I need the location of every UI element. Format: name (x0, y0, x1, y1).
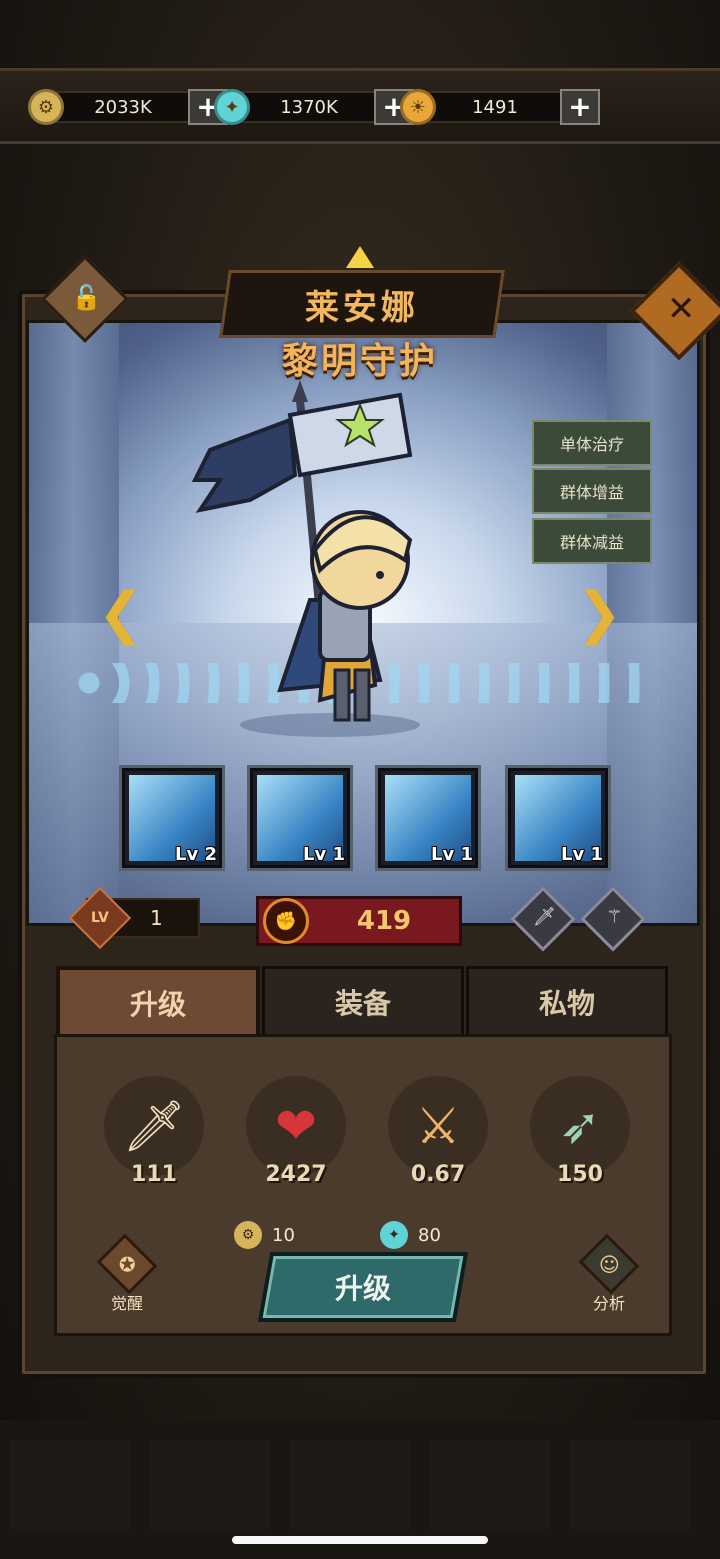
attack-sword-icon: 🗡 (104, 1076, 204, 1176)
gold-coin-icon: ⚙ (234, 1221, 262, 1249)
add-token-button[interactable]: + (560, 89, 600, 125)
fist-power-icon: ✊ (263, 898, 309, 944)
power-value: 419 (356, 906, 412, 936)
home-indicator (232, 1536, 488, 1544)
gold-resource: ⚙ 2033K + (28, 89, 228, 125)
analyze-button[interactable]: ☺ 分析 (574, 1233, 644, 1314)
rune-token-icon: ☀ (400, 89, 436, 125)
stat-health: ❤ 2427 (246, 1076, 346, 1187)
token-resource: ☀ 1491 + (400, 89, 600, 125)
skill-level: Lv 1 (561, 844, 603, 865)
gold-amount: 2033K (56, 91, 190, 123)
power-bar: ✊ 419 (256, 896, 462, 946)
stat-value: 0.67 (410, 1162, 466, 1187)
skill-slot[interactable]: Lv 1 (378, 768, 478, 868)
tab-equipment[interactable]: 装备 (262, 966, 464, 1038)
role-tag: 群体增益 (532, 468, 652, 514)
gold-coin-icon: ⚙ (28, 89, 64, 125)
gem-cost: ✦ 80 (380, 1220, 441, 1250)
gold-cost: ⚙ 10 (234, 1220, 295, 1250)
stat-value: 150 (557, 1162, 603, 1187)
spirit-gem-icon: ✦ (380, 1221, 408, 1249)
analyze-label: 分析 (592, 1294, 625, 1313)
gem-resource: ✦ 1370K + (214, 89, 414, 125)
nav-slot[interactable] (430, 1440, 550, 1530)
nav-slot[interactable] (10, 1440, 130, 1530)
skill-level: Lv 2 (175, 844, 217, 865)
hero-character[interactable] (190, 380, 460, 740)
resource-bar: ⚙ 2033K + ✦ 1370K + ☀ 1491 + (0, 68, 720, 144)
range-arrow-icon: ➶ (530, 1076, 630, 1176)
skill-level: Lv 1 (431, 844, 473, 865)
close-icon: ✕ (666, 288, 696, 329)
upgrade-button[interactable]: 升级 (257, 1252, 469, 1322)
hero-title: 黎明守护 (281, 341, 438, 382)
skill-level: Lv 1 (303, 844, 345, 865)
hero-name-plate: 莱安娜 (219, 270, 505, 338)
nav-slot[interactable] (290, 1440, 410, 1530)
stat-range: ➶ 150 (530, 1076, 630, 1187)
level-badge: LV 1 (68, 886, 200, 950)
tab-personal-item[interactable]: 私物 (466, 966, 668, 1038)
spirit-gem-icon: ✦ (214, 89, 250, 125)
role-tag: 单体治疗 (532, 420, 652, 466)
stat-attack-speed: ⚔ 0.67 (388, 1076, 488, 1187)
rarity-star-icon (346, 246, 374, 268)
token-amount: 1491 (428, 91, 562, 123)
next-hero-arrow-icon[interactable]: ❯ (574, 578, 624, 648)
hero-name: 莱安娜 (305, 287, 419, 328)
prev-hero-arrow-icon[interactable]: ❮ (96, 578, 146, 648)
awaken-label: 觉醒 (110, 1294, 143, 1313)
stat-value: 2427 (265, 1162, 327, 1187)
attack-speed-icon: ⚔ (388, 1076, 488, 1176)
stat-value: 111 (131, 1162, 177, 1187)
nav-slot[interactable] (150, 1440, 270, 1530)
gem-amount: 1370K (242, 91, 376, 123)
skill-slot[interactable]: Lv 1 (250, 768, 350, 868)
tab-upgrade[interactable]: 升级 (56, 966, 260, 1040)
skill-slot[interactable]: Lv 2 (122, 768, 222, 868)
stat-attack: 🗡 111 (104, 1076, 204, 1187)
skill-slot[interactable]: Lv 1 (508, 768, 608, 868)
gem-cost-value: 80 (418, 1224, 441, 1246)
health-heart-icon: ❤ (246, 1076, 346, 1176)
nav-slot[interactable] (570, 1440, 690, 1530)
awaken-button[interactable]: ✪ 觉醒 (92, 1233, 162, 1314)
role-tag: 群体减益 (532, 518, 652, 564)
gold-cost-value: 10 (272, 1224, 295, 1246)
level-value: 1 (150, 906, 163, 930)
lock-icon: 🔓 (71, 283, 102, 312)
